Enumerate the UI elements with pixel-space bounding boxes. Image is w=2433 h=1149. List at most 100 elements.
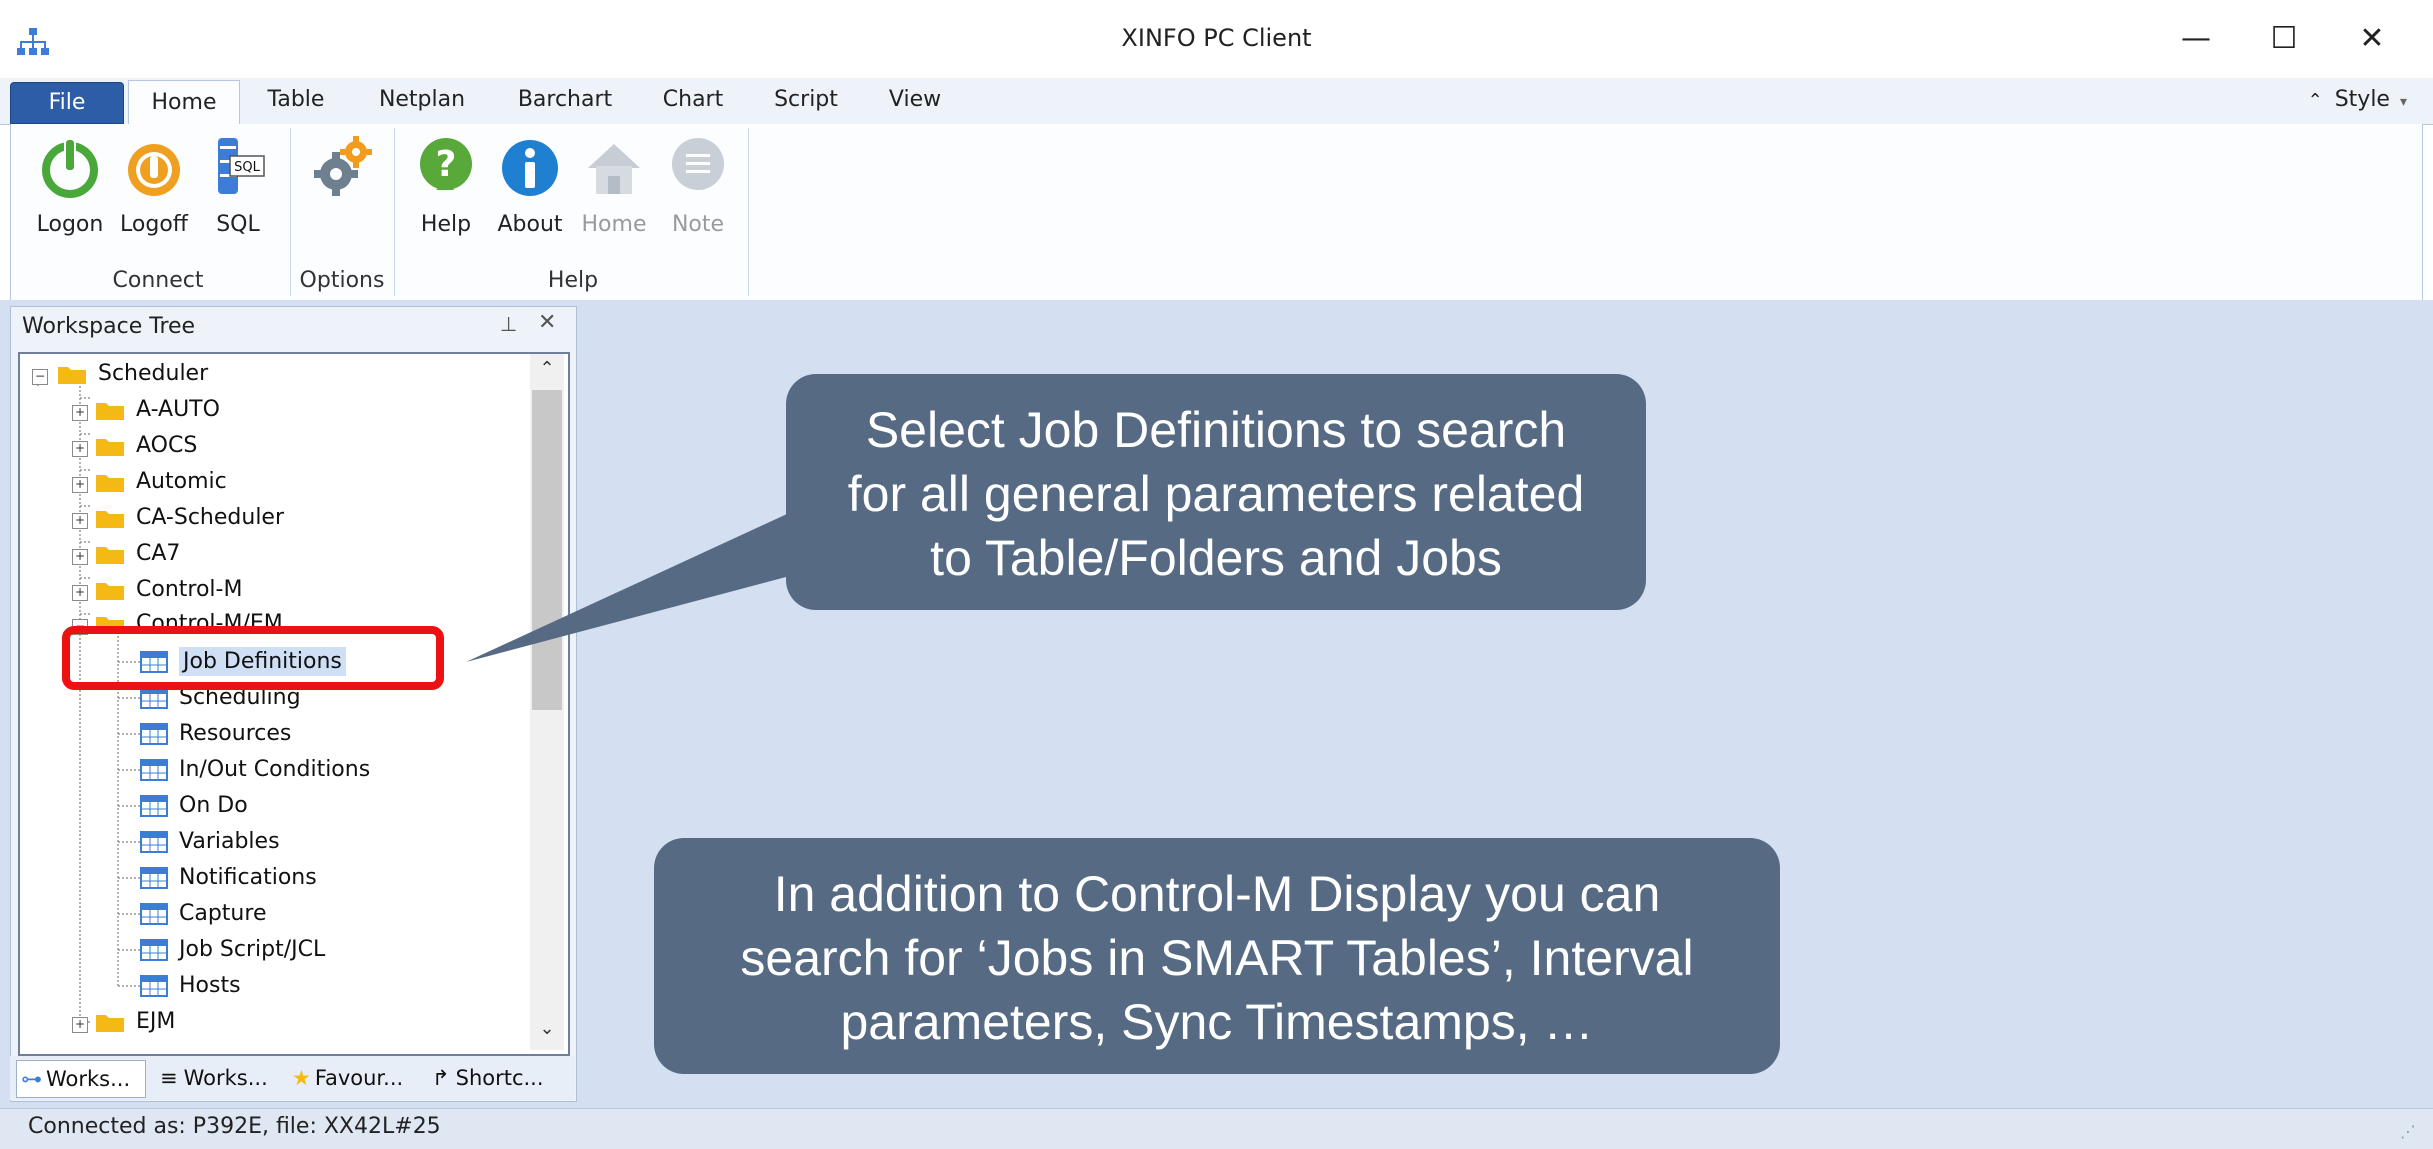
tree-node-label: A-AUTO bbox=[136, 397, 220, 422]
tab-chart[interactable]: Chart bbox=[654, 78, 732, 122]
table-icon bbox=[140, 831, 168, 853]
tree-node-label: Notifications bbox=[179, 865, 317, 890]
tree-node-label: Control-M bbox=[136, 577, 243, 602]
scroll-up-icon[interactable]: ⌃ bbox=[532, 358, 562, 388]
tree-node-child[interactable]: In/Out Conditions bbox=[140, 752, 370, 788]
scrollbar-thumb[interactable] bbox=[532, 390, 562, 710]
about-button[interactable]: About bbox=[488, 136, 572, 237]
tab-home[interactable]: Home bbox=[128, 80, 240, 127]
close-panel-icon[interactable]: ✕ bbox=[538, 310, 556, 335]
folder-icon bbox=[96, 547, 124, 564]
tree-node-child[interactable]: Job Script/JCL bbox=[140, 932, 325, 968]
callout-line: Select Job Definitions to search bbox=[865, 402, 1567, 458]
tab-workspace-tree[interactable]: ⊶ Works... bbox=[16, 1060, 146, 1098]
pin-icon[interactable]: ⊥ bbox=[500, 312, 517, 336]
tree-node-child[interactable]: Resources bbox=[140, 716, 291, 752]
tab-barchart[interactable]: Barchart bbox=[510, 78, 620, 122]
folder-icon bbox=[96, 1015, 124, 1032]
logoff-button[interactable]: Logoff bbox=[112, 136, 196, 237]
dropdown-arrow-icon: ▾ bbox=[2399, 94, 2407, 110]
note-label: Note bbox=[671, 212, 725, 237]
ribbon-tab-strip bbox=[0, 78, 2433, 125]
expand-icon[interactable]: + bbox=[72, 477, 88, 493]
sql-label: SQL bbox=[216, 212, 260, 237]
scroll-down-icon[interactable]: ⌄ bbox=[532, 1018, 562, 1048]
tab-netplan[interactable]: Netplan bbox=[370, 78, 474, 122]
group-separator bbox=[748, 128, 749, 296]
expand-icon[interactable]: + bbox=[72, 585, 88, 601]
tree-node-label: Capture bbox=[179, 901, 267, 926]
tree-node-folder[interactable]: + AOCS bbox=[72, 428, 197, 464]
tab-file[interactable]: File bbox=[10, 82, 124, 124]
group-separator bbox=[290, 128, 291, 296]
tree-node-child[interactable]: Variables bbox=[140, 824, 280, 860]
tree-node-folder[interactable]: + A-AUTO bbox=[72, 392, 220, 428]
help-label: Help bbox=[420, 212, 472, 237]
tab-script[interactable]: Script bbox=[764, 78, 848, 122]
tree-node-folder[interactable]: + Control-M bbox=[72, 572, 242, 608]
collapse-icon[interactable]: − bbox=[32, 369, 48, 385]
minimize-button[interactable]: — bbox=[2160, 14, 2232, 64]
resize-grip-icon[interactable]: ⋰ bbox=[2400, 1122, 2416, 1141]
tab-favourites[interactable]: ★ Favour... bbox=[292, 1060, 426, 1096]
tab-label: Favour... bbox=[314, 1066, 404, 1090]
folder-icon bbox=[96, 475, 124, 492]
sql-database-icon: SQL bbox=[218, 138, 265, 194]
note-button[interactable]: Note bbox=[656, 136, 740, 237]
power-orange-icon bbox=[128, 144, 180, 196]
maximize-button[interactable]: ☐ bbox=[2248, 14, 2320, 64]
close-window-button[interactable]: ✕ bbox=[2336, 14, 2408, 64]
table-icon bbox=[140, 975, 168, 997]
callout-line: search for ‘Jobs in SMART Tables’, Inter… bbox=[740, 930, 1694, 986]
help-button[interactable]: ? Help bbox=[404, 136, 488, 237]
tree-node-label: CA-Scheduler bbox=[136, 505, 285, 530]
table-icon bbox=[140, 795, 168, 817]
tree-icon: ⊶ bbox=[21, 1067, 42, 1091]
expand-icon[interactable]: + bbox=[72, 405, 88, 421]
power-green-icon bbox=[42, 138, 98, 198]
svg-text:?: ? bbox=[436, 144, 457, 185]
tree-node-child[interactable]: Hosts bbox=[140, 968, 241, 1004]
tab-table[interactable]: Table bbox=[258, 78, 334, 122]
folder-icon bbox=[96, 439, 124, 456]
table-icon bbox=[140, 903, 168, 925]
star-icon: ★ bbox=[292, 1066, 311, 1090]
tree-node-folder[interactable]: + CA7 bbox=[72, 536, 180, 572]
tree-node-child[interactable]: On Do bbox=[140, 788, 248, 824]
tab-label: Shortc... bbox=[455, 1066, 544, 1090]
tab-shortcuts[interactable]: ↱ Shortc... bbox=[432, 1060, 572, 1096]
window-title: XINFO PC Client bbox=[1121, 24, 1312, 52]
tree-node-folder[interactable]: + EJM bbox=[72, 1004, 175, 1040]
tree-node-folder[interactable]: + Automic bbox=[72, 464, 227, 500]
sql-button[interactable]: SQL SQL bbox=[196, 136, 280, 237]
tree-node-label: CA7 bbox=[136, 541, 181, 566]
callout-line: to Table/Folders and Jobs bbox=[930, 530, 1502, 586]
status-text: Connected as: P392E, file: XX42L#25 bbox=[28, 1114, 441, 1139]
expand-icon[interactable]: + bbox=[72, 549, 88, 565]
home-icon bbox=[588, 144, 640, 194]
logon-button[interactable]: Logon bbox=[28, 136, 112, 237]
options-button[interactable] bbox=[300, 136, 384, 204]
expand-icon[interactable]: + bbox=[72, 441, 88, 457]
callout-additional-search: In addition to Control-M Display you can… bbox=[654, 838, 1780, 1074]
tree-node-scheduler[interactable]: − Scheduler bbox=[32, 356, 208, 392]
note-icon bbox=[672, 138, 724, 190]
tab-view[interactable]: View bbox=[878, 78, 952, 122]
list-icon: ≡ bbox=[160, 1066, 178, 1090]
style-menu[interactable]: ⌃ Style ▾ bbox=[2308, 78, 2407, 122]
callout-line: parameters, Sync Timestamps, … bbox=[840, 994, 1594, 1050]
expand-icon[interactable]: + bbox=[72, 1017, 88, 1033]
home-button[interactable]: Home bbox=[572, 136, 656, 237]
tree-node-label: Resources bbox=[179, 721, 292, 746]
chevron-up-icon: ⌃ bbox=[2307, 90, 2323, 111]
svg-text:SQL: SQL bbox=[234, 160, 260, 175]
callout-job-definitions: Select Job Definitions to search for all… bbox=[786, 374, 1646, 610]
tree-node-label: Hosts bbox=[179, 973, 241, 998]
expand-icon[interactable]: + bbox=[72, 513, 88, 529]
tree-node-child[interactable]: Capture bbox=[140, 896, 266, 932]
tree-node-child[interactable]: Notifications bbox=[140, 860, 317, 896]
tab-label: Works... bbox=[46, 1067, 131, 1091]
tree-node-folder[interactable]: + CA-Scheduler bbox=[72, 500, 284, 536]
info-icon bbox=[502, 140, 558, 196]
tab-workspace-list[interactable]: ≡ Works... bbox=[160, 1060, 286, 1096]
